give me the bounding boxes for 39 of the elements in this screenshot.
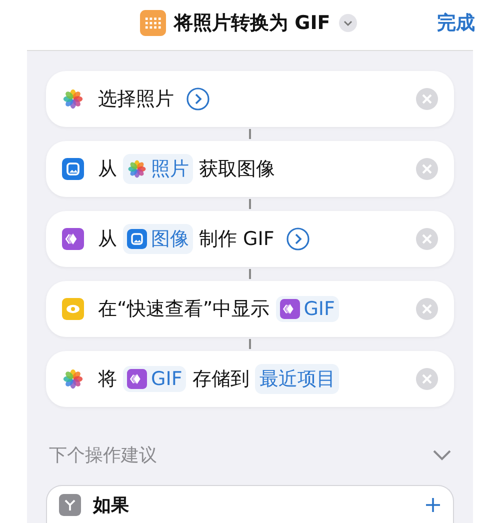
done-button[interactable]: 完成 [437,10,475,36]
add-icon[interactable] [425,497,441,513]
variable-token[interactable]: 图像 [123,224,193,254]
gif-icon [62,228,84,250]
shortcut-title[interactable]: 将照片转换为 GIF [174,10,330,36]
action-text: 获取图像 [199,157,275,182]
action-card[interactable]: 从 照片 获取图像 [46,141,454,197]
action-card[interactable]: 在“快速查看”中显示 GIF [46,281,454,337]
variable-token[interactable]: 照片 [123,154,193,184]
action-text: 在“快速查看”中显示 [98,297,270,322]
chevron-icon[interactable] [432,449,452,461]
variable-token[interactable]: GIF [276,296,339,322]
flower-icon [127,159,147,179]
suggestion-label: 如果 [93,494,130,517]
action-card[interactable]: 将 GIF 存储到 最近项目 [46,351,454,407]
action-text: 从 [98,227,117,252]
image-icon [127,229,147,249]
flower-icon [62,88,84,110]
image-icon [62,158,84,180]
variable-token[interactable]: 最近项目 [255,364,340,394]
gif-icon [127,369,147,389]
action-text: 选择照片 [98,87,174,112]
chevron-down-icon[interactable] [338,13,358,33]
action-text: 制作 GIF [199,227,274,252]
suggestion-card[interactable]: 如果 [46,485,454,523]
gif-icon [280,299,300,319]
branch-icon [59,494,81,516]
section-title: 下个操作建议 [49,444,157,467]
action-text: 将 [98,367,117,392]
expand-icon[interactable] [286,227,310,251]
action-card[interactable]: 从 图像 制作 GIF [46,211,454,267]
eye-icon [62,298,84,320]
action-text: 从 [98,157,117,182]
grid-icon [140,10,166,36]
flower-icon [62,368,84,390]
action-card[interactable]: 选择照片 [46,71,454,127]
variable-token[interactable]: GIF [123,366,186,392]
expand-icon[interactable] [186,87,210,111]
action-text: 存储到 [192,367,250,392]
